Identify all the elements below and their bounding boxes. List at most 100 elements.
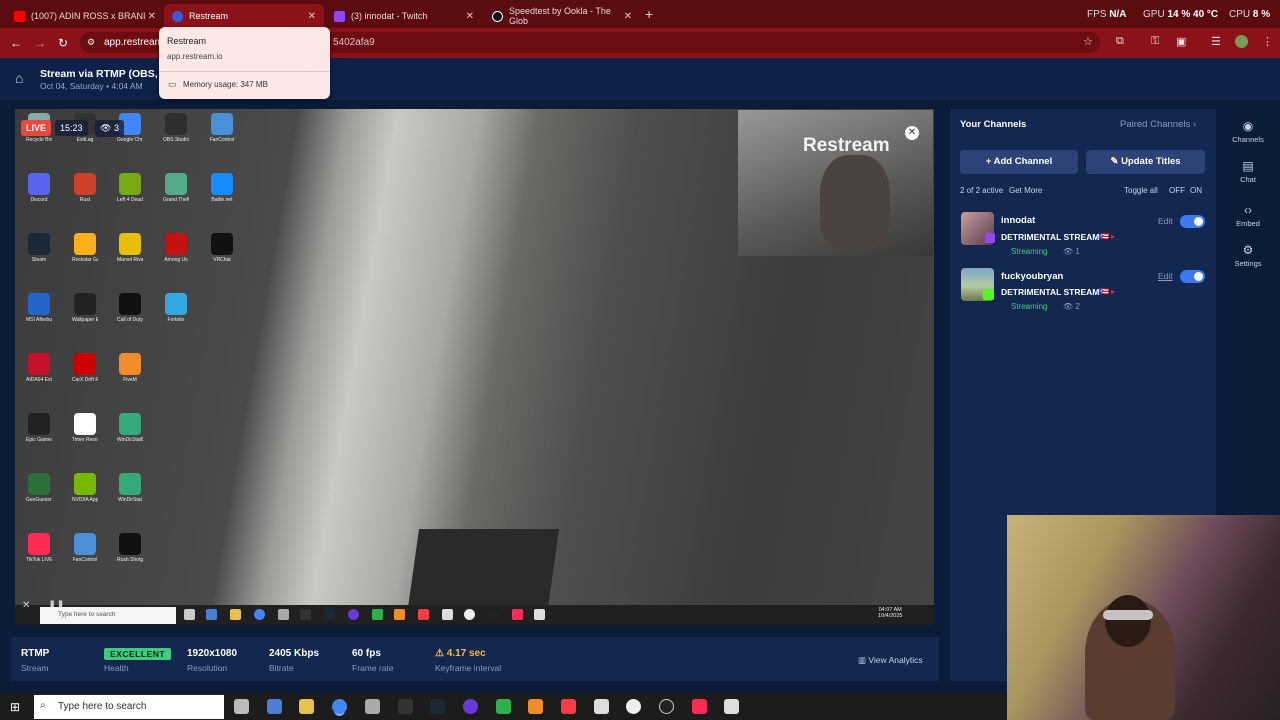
profile-avatar[interactable]: [1235, 35, 1248, 48]
steam-icon: [324, 609, 335, 620]
stat-keyframe-value: ⚠ 4.17 sec: [435, 648, 486, 659]
close-icon[interactable]: ✕: [905, 126, 919, 140]
fancontrol-icon[interactable]: [724, 699, 739, 714]
get-more-link[interactable]: Get More: [1009, 186, 1042, 195]
broadcast-icon: ◉: [1242, 119, 1254, 133]
add-channel-button[interactable]: + Add Channel: [960, 150, 1078, 174]
channel-toggle[interactable]: [1180, 215, 1205, 228]
close-icon[interactable]: ✕: [308, 11, 316, 22]
analytics-icon: ▥: [858, 655, 867, 665]
desktop-app-icon: [211, 233, 233, 255]
extension-icon[interactable]: ▣: [1176, 35, 1186, 48]
app-icon[interactable]: [463, 699, 478, 714]
stat-resolution-label: Resolution: [187, 663, 228, 673]
menu-icon[interactable]: ⋮: [1262, 35, 1273, 48]
home-icon[interactable]: ⌂: [15, 70, 23, 86]
desktop-app-icon: [74, 353, 96, 375]
desktop-icon: Among Us: [163, 233, 189, 263]
tab-speedtest[interactable]: Speedtest by Ookla - The Glob ✕: [484, 4, 640, 28]
flag-icon: 🇵🇷 ▸: [1099, 287, 1116, 296]
site-info-icon[interactable]: ⚙: [87, 37, 95, 48]
app-icon: [206, 609, 217, 620]
tab-twitch[interactable]: (3) innodat - Twitch ✕: [326, 4, 482, 28]
tab-restream[interactable]: Restream ✕: [164, 4, 324, 28]
channel-status: Streaming: [1011, 247, 1048, 256]
sidebar-item-settings[interactable]: ⚙ Settings: [1228, 243, 1268, 268]
desktop-icon-label: Among Us: [164, 257, 188, 263]
settings-icon: [184, 609, 195, 620]
desktop-icon-label: Google Chrome: [117, 137, 143, 143]
paired-channels-link[interactable]: Paired Channels ›: [1120, 119, 1196, 130]
toggle-all-off[interactable]: OFF: [1169, 186, 1185, 195]
chrome-icon[interactable]: [332, 699, 347, 714]
paired-channels-label: Paired Channels: [1120, 119, 1191, 130]
music-icon[interactable]: [561, 699, 576, 714]
search-icon: ⌕: [40, 700, 46, 711]
reload-icon[interactable]: ↻: [58, 36, 68, 50]
warning-icon: ⚠: [435, 648, 444, 659]
fancontrol-icon[interactable]: [594, 699, 609, 714]
youtube-icon: [14, 10, 25, 22]
app-icon[interactable]: [267, 699, 282, 714]
desktop-app-icon: [28, 293, 50, 315]
sidebar-item-embed[interactable]: ‹› Embed: [1228, 203, 1268, 228]
eye-icon: 👁: [1063, 247, 1074, 256]
reading-list-icon[interactable]: ☰: [1211, 35, 1221, 48]
bookmark-star-icon[interactable]: ☆: [1083, 35, 1093, 48]
stat-framerate-label: Frame rate: [352, 663, 394, 673]
sidebar-item-chat[interactable]: ▤ Chat: [1228, 159, 1268, 184]
view-analytics-link[interactable]: ▥ View Analytics: [858, 655, 923, 666]
desktop-icon-label: Left 4 Dead 2: [117, 197, 143, 203]
extension-icon[interactable]: ⚿: [1151, 35, 1159, 48]
desktop-icon: WinDirStat: [117, 473, 143, 503]
url-text-tail: 5402afa9: [333, 37, 375, 48]
epic-icon[interactable]: [398, 699, 413, 714]
desktop-app-icon: [74, 173, 96, 195]
forward-icon[interactable]: →: [34, 36, 46, 50]
app-icon: [278, 609, 289, 620]
desktop-icon: FiveM: [117, 353, 143, 383]
desktop-icon: Discord: [26, 173, 52, 203]
update-titles-button[interactable]: ✎ Update Titles: [1086, 150, 1205, 174]
stat-health-label: Health: [104, 663, 129, 673]
channel-viewers: 👁 1: [1063, 247, 1080, 256]
fancontrol-icon: [534, 609, 545, 620]
windows-search-box[interactable]: Type here to search: [34, 695, 224, 719]
back-icon[interactable]: ←: [10, 36, 22, 50]
tiktok-icon[interactable]: [692, 699, 707, 714]
sidebar-item-channels[interactable]: ◉ Channels: [1228, 119, 1268, 144]
channel-toggle[interactable]: [1180, 270, 1205, 283]
edit-channel-link[interactable]: Edit: [1158, 216, 1173, 226]
close-icon[interactable]: ✕: [624, 11, 632, 22]
timer-icon[interactable]: [626, 699, 641, 714]
tab-title: (1007) ADIN ROSS x BRANI: [31, 11, 146, 21]
steam-icon[interactable]: [430, 699, 445, 714]
tab-title: Restream: [189, 11, 229, 21]
new-tab-button[interactable]: +: [645, 6, 653, 22]
desktop-icon: Wallpaper Engine: [72, 293, 98, 323]
settings-icon[interactable]: [234, 699, 249, 714]
chat-icon: ▤: [1242, 159, 1254, 173]
tab-youtube[interactable]: (1007) ADIN ROSS x BRANI ✕: [6, 4, 164, 28]
edit-channel-link[interactable]: Edit: [1158, 271, 1173, 281]
windows-start-icon[interactable]: ⊞: [10, 700, 20, 714]
mute-icon[interactable]: ✕: [22, 600, 30, 611]
extensions-icon[interactable]: ⧉: [1116, 35, 1124, 48]
desktop-app-icon: [28, 173, 50, 195]
live-badge: LIVE: [21, 120, 52, 136]
close-icon[interactable]: ✕: [466, 11, 474, 22]
desktop-app-icon: [211, 113, 233, 135]
desktop-icon-label: OBS Studio: [163, 137, 189, 143]
obs-icon[interactable]: [659, 699, 674, 714]
desktop-icon-label: Steam: [31, 257, 47, 263]
toggle-all-on[interactable]: ON: [1190, 186, 1202, 195]
desktop-icon: Rockstar Games Launcher: [72, 233, 98, 263]
fivem-icon[interactable]: [528, 699, 543, 714]
gear-icon: ⚙: [1242, 243, 1254, 257]
desktop-icon-label: FanControl: [72, 557, 98, 563]
xbox-icon[interactable]: [496, 699, 511, 714]
eye-icon: 👁: [100, 123, 112, 133]
folder-icon[interactable]: [299, 699, 314, 714]
close-icon[interactable]: ✕: [148, 11, 156, 22]
app-icon[interactable]: [365, 699, 380, 714]
